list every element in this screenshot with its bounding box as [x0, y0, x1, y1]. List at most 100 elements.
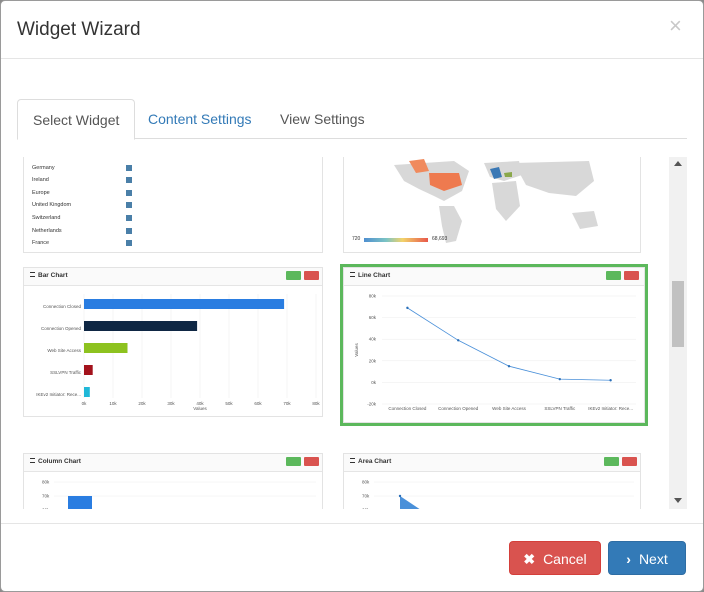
map-row-marker: [126, 215, 132, 221]
bar-chart-plot: 0k 10k 20k 30k 40k 50k 60k 70k 80kValuesConnecti…: [36, 294, 320, 411]
map-row-label: United Kingdom: [32, 202, 72, 208]
cancel-button[interactable]: ✖ Cancel: [509, 541, 601, 575]
y-tick-label: 80k: [42, 480, 50, 485]
close-icon[interactable]: ×: [669, 15, 682, 37]
category-label: Connection Closed: [388, 406, 427, 411]
category-label: Web Site Access: [492, 406, 526, 411]
area-point: [398, 494, 402, 498]
card-header: Line Chart: [344, 268, 644, 286]
column-bar: [68, 496, 92, 509]
map-row-label: Netherlands: [32, 228, 62, 234]
y-tick-label: 70k: [42, 494, 50, 499]
card-header: Bar Chart: [24, 268, 322, 286]
map-row-label: France: [32, 240, 50, 246]
y-tick-label: 0k: [371, 380, 377, 385]
category-label: Web Site Access: [47, 348, 81, 353]
legend-min: 720: [352, 236, 361, 242]
y-tick-label: 40k: [369, 337, 377, 342]
y-tick-label: -20k: [367, 402, 377, 407]
category-label: SSLVPN Traffic: [544, 406, 576, 411]
dialog-footer: ✖ Cancel › Next: [1, 523, 703, 591]
data-point: [609, 379, 612, 382]
widget-wizard-dialog: Widget Wizard × Select Widget Content Se…: [0, 0, 704, 592]
bar: [84, 321, 198, 331]
category-label: SSLVPN Traffic: [50, 370, 82, 375]
line-chart-plot: 80k 60k 40k 20k 0k -20k Values Connection Close…: [354, 294, 636, 411]
x-tick-label: 80k: [312, 401, 320, 406]
gallery-scrollbar[interactable]: [669, 157, 687, 509]
scroll-down-icon[interactable]: [674, 498, 682, 503]
y-tick-label: 60k: [42, 508, 50, 510]
card-title: Area Chart: [358, 458, 392, 465]
x-axis-label: Values: [193, 406, 207, 411]
list-icon: [350, 272, 355, 277]
data-point: [406, 306, 409, 310]
share-icon[interactable]: [286, 457, 301, 466]
data-point: [558, 377, 561, 381]
world-map-widget[interactable]: 720 68,693: [343, 157, 641, 253]
tab-select-widget[interactable]: Select Widget: [17, 99, 136, 140]
share-icon[interactable]: [604, 457, 619, 466]
bar: [84, 365, 93, 375]
wizard-tabs: Select Widget Content Settings View Sett…: [17, 99, 687, 140]
y-axis-label: Values: [354, 343, 359, 357]
scroll-thumb[interactable]: [672, 281, 684, 347]
world-map-image: [364, 159, 598, 243]
remove-icon[interactable]: [304, 271, 319, 280]
tab-content-settings[interactable]: Content Settings: [133, 99, 267, 139]
category-label: Connection Opened: [41, 326, 82, 331]
map-row-marker: [126, 228, 132, 234]
remove-icon[interactable]: [622, 457, 637, 466]
y-tick-label: 80k: [369, 294, 377, 299]
bar: [84, 343, 128, 353]
card-title: Column Chart: [38, 458, 81, 465]
next-button[interactable]: › Next: [608, 541, 686, 575]
card-header: Column Chart: [24, 454, 322, 472]
line-chart-widget[interactable]: Line Chart 80k 60k 40k 20k 0k -20k Values Conne…: [340, 264, 648, 426]
x-tick-label: 10k: [109, 401, 117, 406]
column-chart-widget[interactable]: Column Chart 80k 70k 60k: [23, 453, 323, 509]
card-title: Bar Chart: [38, 272, 68, 279]
share-icon[interactable]: [286, 271, 301, 280]
tab-view-settings[interactable]: View Settings: [265, 99, 380, 139]
scroll-up-icon[interactable]: [674, 161, 682, 166]
map-row-marker: [126, 165, 132, 171]
data-point: [507, 365, 511, 368]
x-tick-label: 60k: [254, 401, 262, 406]
cancel-label: Cancel: [543, 551, 587, 567]
area-chart-widget[interactable]: Area Chart 80k 70k 60k: [343, 453, 641, 509]
remove-icon[interactable]: [304, 457, 319, 466]
list-icon: [350, 458, 355, 463]
dialog-title: Widget Wizard: [17, 19, 141, 40]
category-label: Connection Opened: [438, 406, 479, 411]
map-row-marker: [126, 177, 132, 183]
list-icon: [30, 458, 35, 463]
map-row-label: Europe: [32, 190, 50, 196]
card-title: Line Chart: [358, 272, 391, 279]
close-icon: ✖: [523, 551, 536, 567]
map-list-widget[interactable]: Germany Ireland Europe United Kingdom Sw…: [23, 157, 323, 253]
map-row-marker: [126, 190, 132, 196]
y-tick-label: 60k: [369, 315, 377, 320]
category-label: IKEv2 Initiator: Rece...: [36, 392, 81, 397]
map-row-label: Ireland: [32, 177, 49, 183]
area-fill: [400, 496, 420, 509]
x-tick-label: 0k: [82, 401, 88, 406]
share-icon[interactable]: [606, 271, 621, 280]
remove-icon[interactable]: [624, 271, 639, 280]
y-tick-label: 80k: [362, 480, 370, 485]
bar: [84, 387, 90, 397]
x-tick-label: 70k: [283, 401, 291, 406]
list-icon: [30, 272, 35, 277]
dialog-header: Widget Wizard ×: [1, 1, 703, 59]
widget-gallery: Germany Ireland Europe United Kingdom Sw…: [17, 157, 687, 509]
bar-chart-widget[interactable]: Bar Chart 0k 10k 20k 30k 40k 50k 60k 70k 80k Valu…: [23, 267, 323, 417]
next-label: Next: [638, 551, 668, 567]
category-label: IKEv2 Initiator: Rece...: [588, 406, 633, 411]
y-tick-label: 20k: [369, 358, 377, 363]
chevron-right-icon: ›: [626, 551, 631, 567]
data-point: [457, 339, 460, 342]
y-tick-label: 70k: [362, 494, 370, 499]
map-row-label: Switzerland: [32, 215, 61, 221]
legend-max: 68,693: [432, 236, 448, 242]
